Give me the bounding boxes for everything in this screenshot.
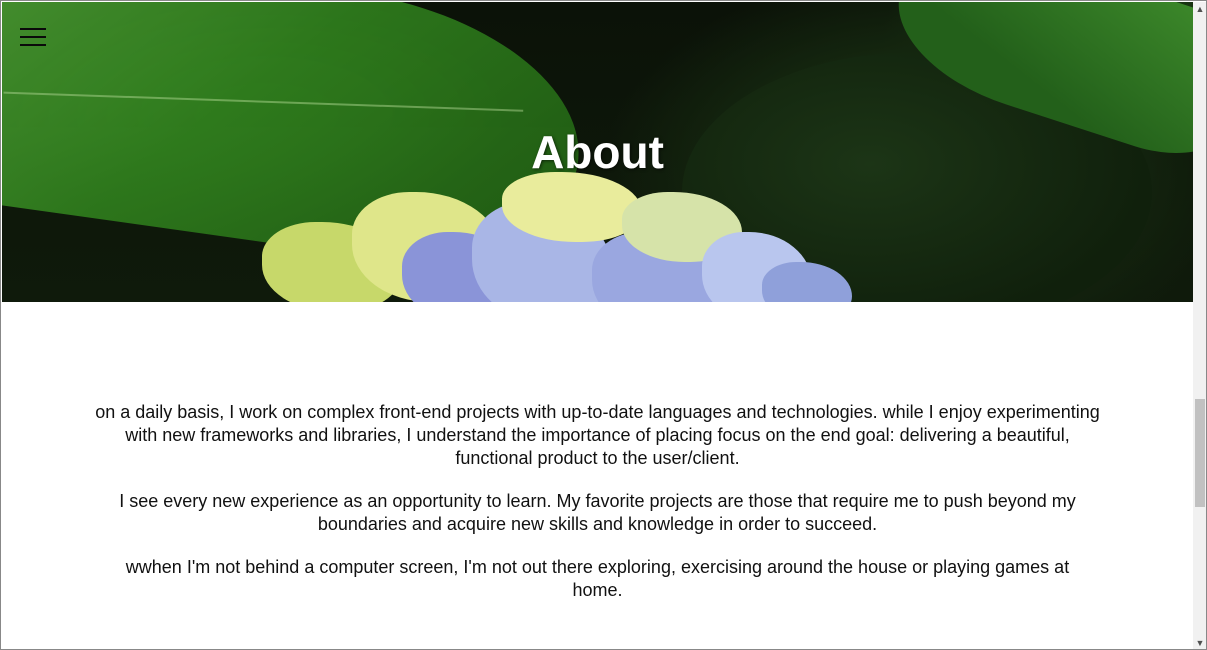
page-title: About bbox=[531, 126, 664, 178]
about-paragraph-1: on a daily basis, I work on complex fron… bbox=[95, 402, 1100, 468]
hero-banner: About bbox=[2, 2, 1193, 302]
about-paragraph-2: I see every new experience as an opportu… bbox=[119, 491, 1076, 534]
petal bbox=[762, 262, 852, 302]
hydrangea-flowers bbox=[262, 172, 862, 302]
browser-viewport: About on a daily basis, I work on comple… bbox=[0, 0, 1207, 650]
menu-bar bbox=[20, 36, 46, 38]
about-content: on a daily basis, I work on complex fron… bbox=[2, 302, 1193, 649]
petal bbox=[502, 172, 642, 242]
scrollbar-thumb[interactable] bbox=[1195, 399, 1205, 507]
vertical-scrollbar[interactable]: ▲ ▼ bbox=[1193, 2, 1206, 649]
scroll-down-arrow-icon[interactable]: ▼ bbox=[1193, 636, 1206, 649]
menu-bar bbox=[20, 28, 46, 30]
scroll-up-arrow-icon[interactable]: ▲ bbox=[1193, 2, 1206, 16]
hamburger-menu-icon[interactable] bbox=[20, 28, 46, 46]
about-paragraph-3: wwhen I'm not behind a computer screen, … bbox=[125, 557, 1070, 600]
menu-bar bbox=[20, 44, 46, 46]
